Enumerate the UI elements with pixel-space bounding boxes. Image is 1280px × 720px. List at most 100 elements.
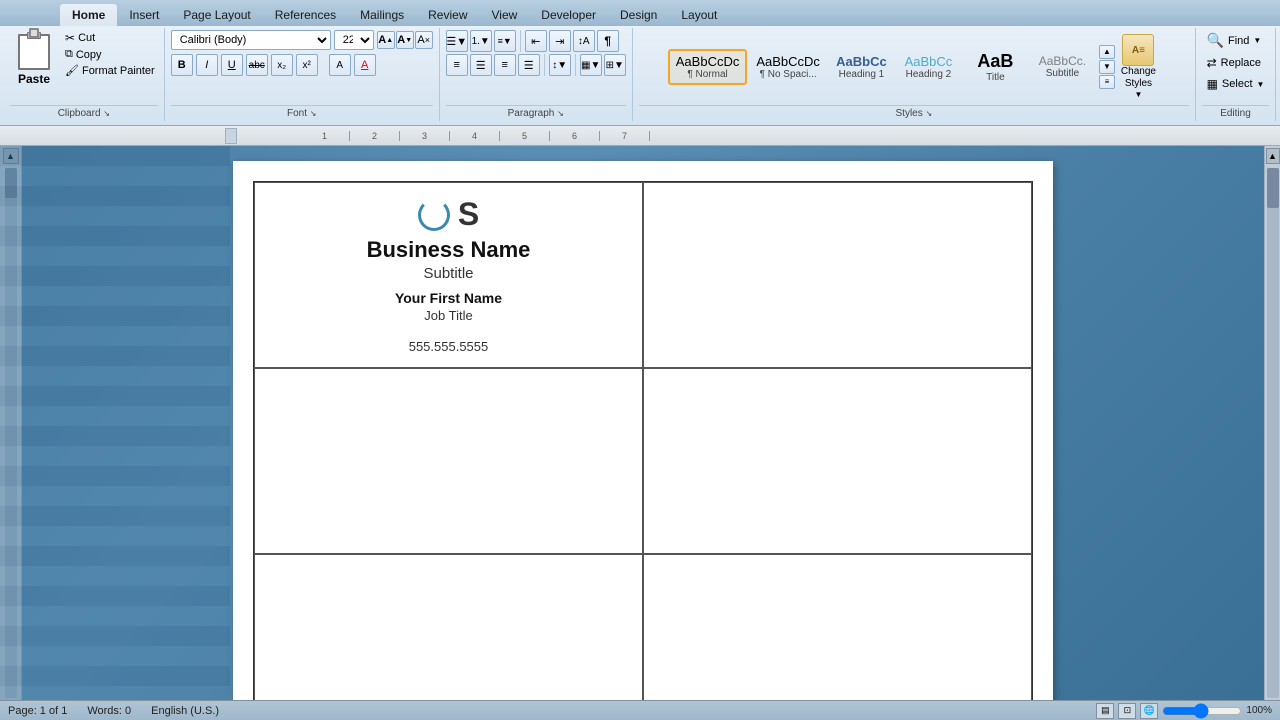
copy-button[interactable]: ⧉ Copy [62, 47, 158, 62]
style-no-spacing[interactable]: AaBbCcDc ¶ No Spaci... [749, 50, 827, 84]
tab-insert[interactable]: Insert [117, 4, 171, 26]
style-title[interactable]: AaB Title [963, 47, 1028, 87]
subscript-button[interactable]: x₂ [271, 54, 293, 76]
tab-design[interactable]: Design [608, 4, 669, 26]
cut-button[interactable]: ✂ Cut [62, 30, 158, 46]
styles-scroll-down[interactable]: ▼ [1099, 60, 1115, 74]
line-spacing-button[interactable]: ↕▼ [549, 54, 571, 76]
select-icon: ▦ [1207, 77, 1218, 91]
style-heading2[interactable]: AaBbCc Heading 2 [896, 50, 961, 84]
tab-home[interactable]: Home [60, 4, 117, 26]
paragraph-row2: ≡ ☰ ≡ ☰ ↕▼ ▦▼ ⊞▼ [446, 54, 626, 76]
para-divider2 [544, 54, 545, 76]
increase-indent-button[interactable]: ⇥ [549, 30, 571, 52]
underline-button[interactable]: U [221, 54, 243, 76]
style-heading1[interactable]: AaBbCc Heading 1 [829, 50, 894, 84]
styles-gallery: AaBbCcDc ¶ Normal AaBbCcDc ¶ No Spaci...… [668, 47, 1095, 87]
style-normal-preview: AaBbCcDc [676, 54, 740, 69]
align-left-button[interactable]: ≡ [446, 54, 468, 76]
show-hide-button[interactable]: ¶ [597, 30, 619, 52]
clipboard-group-label[interactable]: Clipboard ↘ [10, 105, 158, 119]
bold-button[interactable]: B [171, 54, 193, 76]
page-indicator: Page: 1 of 1 [8, 705, 67, 717]
clipboard-group-content: Paste ✂ Cut ⧉ Copy 🖌 Format Painter [10, 30, 158, 103]
replace-button[interactable]: ⇄ Replace [1203, 54, 1265, 72]
tab-mailings[interactable]: Mailings [348, 4, 416, 26]
word-count: Words: 0 [87, 705, 131, 717]
tab-developer[interactable]: Developer [529, 4, 608, 26]
tab-page-layout[interactable]: Page Layout [171, 4, 262, 26]
font-family-select[interactable]: Calibri (Body) [171, 30, 331, 50]
align-right-button[interactable]: ≡ [494, 54, 516, 76]
align-center-button[interactable]: ☰ [470, 54, 492, 76]
document-page[interactable]: S Business Name Subtitle Your First Name… [233, 161, 1053, 703]
small-clipboard-buttons: ✂ Cut ⧉ Copy 🖌 Format Painter [62, 30, 158, 78]
superscript-button[interactable]: x² [296, 54, 318, 76]
paragraph-group-label[interactable]: Paragraph ↘ [446, 105, 626, 119]
bullets-button[interactable]: ☰▼ [446, 30, 468, 52]
card-logo-letter: S [458, 196, 479, 233]
ruler: 1 2 3 4 5 6 7 [0, 126, 1280, 146]
justify-button[interactable]: ☰ [518, 54, 540, 76]
format-painter-icon: 🖌 [65, 64, 79, 77]
tab-review[interactable]: Review [416, 4, 479, 26]
print-layout-button[interactable]: ▤ [1096, 703, 1114, 719]
numbering-button[interactable]: 1.▼ [470, 30, 492, 52]
card-middle-right[interactable] [643, 368, 1032, 554]
ribbon-tabs: Home Insert Page Layout References Maili… [0, 0, 1280, 26]
styles-scroll-buttons: ▲ ▼ ≡ [1099, 45, 1115, 89]
tab-layout[interactable]: Layout [669, 4, 729, 26]
style-title-preview: AaB [977, 51, 1013, 72]
shrink-font-button[interactable]: A▼ [396, 31, 414, 49]
card-top-right[interactable] [643, 182, 1032, 368]
clear-formatting-button[interactable]: A× [415, 31, 433, 49]
card-middle-left[interactable] [254, 368, 643, 554]
italic-button[interactable]: I [196, 54, 218, 76]
right-scroll-up-button[interactable]: ▲ [1266, 148, 1280, 164]
style-subtitle-label: Subtitle [1046, 68, 1079, 79]
select-button[interactable]: ▦ Select ▼ [1203, 75, 1269, 93]
card-bottom-right[interactable]: shmoggo.com [643, 554, 1032, 718]
scroll-thumb[interactable] [5, 168, 17, 198]
style-heading1-preview: AaBbCc [836, 54, 887, 69]
card-top-left[interactable]: S Business Name Subtitle Your First Name… [254, 182, 643, 368]
styles-more[interactable]: ≡ [1099, 75, 1115, 89]
web-layout-button[interactable]: 🌐 [1140, 703, 1158, 719]
font-group-label[interactable]: Font ↘ [171, 105, 433, 119]
card-bottom-left[interactable] [254, 554, 643, 718]
styles-group-label[interactable]: Styles ↘ [639, 105, 1189, 119]
styles-scroll-up[interactable]: ▲ [1099, 45, 1115, 59]
style-normal-label: ¶ Normal [687, 69, 727, 80]
grow-font-button[interactable]: A▲ [377, 31, 395, 49]
font-size-select[interactable]: 22 [334, 30, 374, 50]
format-painter-button[interactable]: 🖌 Format Painter [62, 63, 158, 78]
language-indicator: English (U.S.) [151, 705, 219, 717]
find-button[interactable]: 🔍 Find ▼ [1203, 30, 1266, 51]
full-screen-button[interactable]: ⊡ [1118, 703, 1136, 719]
strikethrough-button[interactable]: abc [246, 54, 268, 76]
style-normal[interactable]: AaBbCcDc ¶ Normal [668, 49, 748, 85]
page-wrapper: S Business Name Subtitle Your First Name… [22, 146, 1264, 718]
tab-view[interactable]: View [480, 4, 530, 26]
zoom-slider[interactable] [1162, 705, 1242, 717]
change-styles-label: ChangeStyles [1121, 66, 1156, 90]
font-color-button[interactable]: A [354, 54, 376, 76]
editing-group: 🔍 Find ▼ ⇄ Replace ▦ Select ▼ Editing [1196, 28, 1276, 121]
scroll-up-button[interactable]: ▲ [3, 148, 19, 164]
change-styles-button[interactable]: A≡ ChangeStyles ▼ [1117, 30, 1160, 103]
style-subtitle[interactable]: AaBbCc. Subtitle [1030, 50, 1095, 83]
multilevel-button[interactable]: ≡▼ [494, 30, 516, 52]
card-subtitle: Subtitle [423, 265, 473, 282]
paste-icon [14, 32, 54, 72]
decrease-indent-button[interactable]: ⇤ [525, 30, 547, 52]
tab-references[interactable]: References [263, 4, 348, 26]
right-scroll-thumb[interactable] [1267, 168, 1279, 208]
text-highlight-button[interactable]: A [329, 54, 351, 76]
paste-button[interactable]: Paste [10, 30, 58, 88]
paragraph-row1: ☰▼ 1.▼ ≡▼ ⇤ ⇥ ↕A ¶ [446, 30, 619, 52]
style-heading2-label: Heading 2 [906, 69, 952, 80]
sort-button[interactable]: ↕A [573, 30, 595, 52]
paragraph-group: ☰▼ 1.▼ ≡▼ ⇤ ⇥ ↕A ¶ ≡ ☰ ≡ ☰ ↕▼ [440, 28, 633, 121]
borders-button[interactable]: ⊞▼ [604, 54, 626, 76]
shading-button[interactable]: ▦▼ [580, 54, 602, 76]
